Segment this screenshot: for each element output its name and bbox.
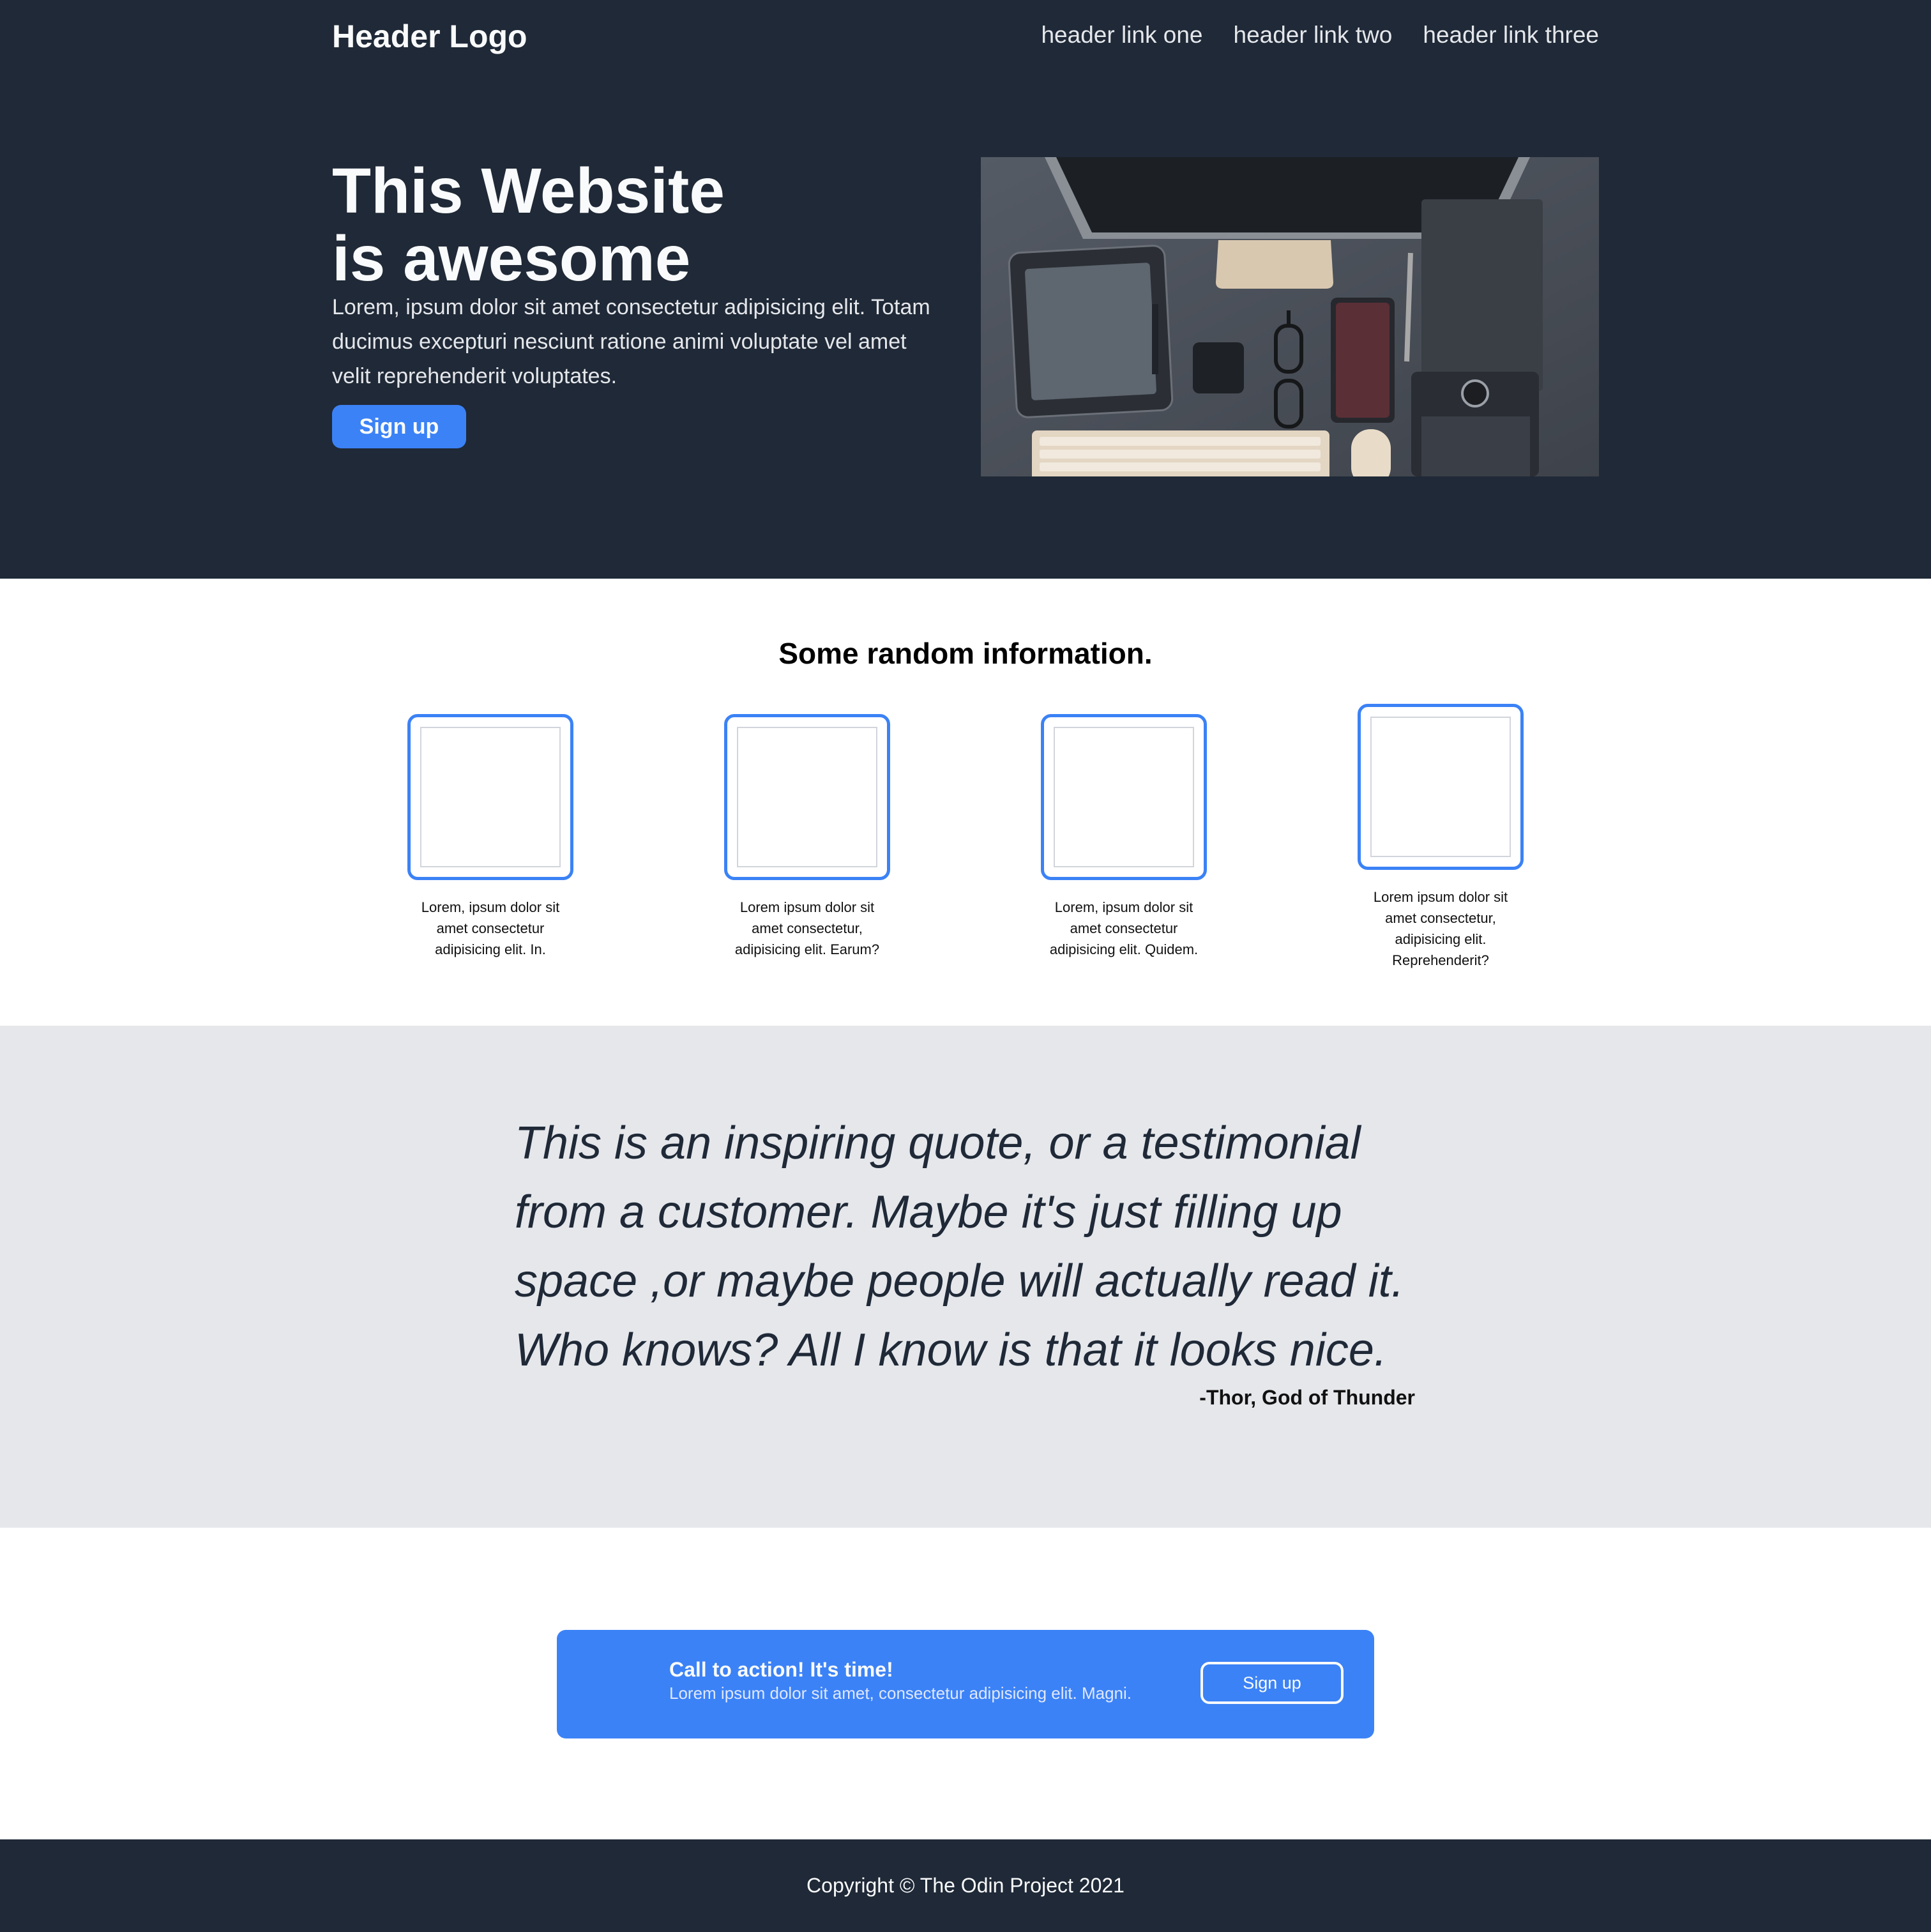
quote-section: This is an inspiring quote, or a testimo… (0, 1026, 1931, 1528)
header-link-one[interactable]: header link one (1041, 22, 1202, 49)
quote-author: -Thor, God of Thunder (1199, 1386, 1415, 1409)
hero-text: Lorem, ipsum dolor sit amet consectetur … (332, 295, 930, 388)
card-image-placeholder (420, 727, 561, 867)
header-link-two[interactable]: header link two (1234, 22, 1393, 49)
cta-signup-button[interactable]: Sign up (1200, 1662, 1344, 1704)
footer-copyright: Copyright © The Odin Project 2021 (806, 1874, 1125, 1897)
hero-image (981, 157, 1599, 476)
card-image-placeholder (1054, 727, 1194, 867)
call-to-action-box: Call to action! It's time! Lorem ipsum d… (557, 1630, 1374, 1738)
header-link-three[interactable]: header link three (1423, 22, 1599, 49)
hero-signup-button[interactable]: Sign up (332, 405, 466, 448)
hero-title: This Website is awesome (332, 157, 907, 293)
info-title: Some random information. (778, 637, 1153, 670)
card-text: Lorem, ipsum dolor sit amet consectetur … (421, 899, 560, 957)
card-image-frame (407, 714, 573, 880)
card-image-frame (1041, 714, 1207, 880)
hero-title-line-2: is awesome (332, 223, 691, 294)
footer: Copyright © The Odin Project 2021 (0, 1839, 1931, 1932)
cta-text: Lorem ipsum dolor sit amet, consectetur … (669, 1684, 1132, 1703)
hero-section: Header Logo header link one header link … (0, 0, 1931, 579)
hero-title-line-1: This Website (332, 155, 725, 227)
card-image-placeholder (737, 727, 877, 867)
info-card: Lorem, ipsum dolor sit amet consectetur … (401, 714, 580, 960)
cta-title: Call to action! It's time! (669, 1658, 893, 1681)
card-image-placeholder (1370, 717, 1511, 857)
card-text: Lorem, ipsum dolor sit amet consectetur … (1049, 899, 1199, 957)
card-image-frame (724, 714, 890, 880)
quote-text: This is an inspiring quote, or a testimo… (515, 1118, 1404, 1376)
desk-workspace-photo (981, 157, 1599, 476)
info-card: Lorem, ipsum dolor sit amet consectetur … (1034, 714, 1213, 960)
card-text: Lorem ipsum dolor sit amet consectetur, … (1373, 889, 1508, 968)
card-image-frame (1358, 704, 1524, 870)
info-card: Lorem ipsum dolor sit amet consectetur, … (1351, 704, 1530, 971)
header-logo[interactable]: Header Logo (332, 18, 527, 55)
card-text: Lorem ipsum dolor sit amet consectetur, … (734, 899, 880, 957)
info-card: Lorem ipsum dolor sit amet consectetur, … (718, 714, 897, 960)
header-nav: header link one header link two header l… (1041, 22, 1599, 49)
